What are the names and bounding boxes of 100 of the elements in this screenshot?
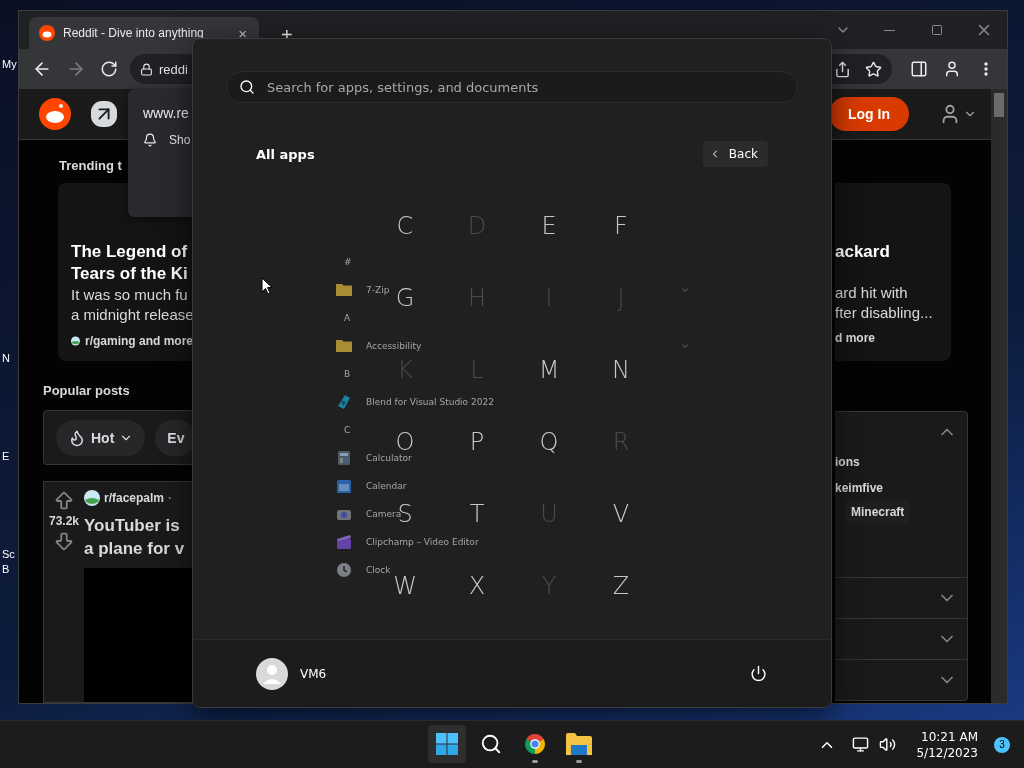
card-title-line: ackard [835,241,891,263]
user-name[interactable]: VM6 [300,666,327,681]
subreddit-name[interactable]: r/facepalm [104,491,165,505]
group-letter[interactable]: # [344,257,352,267]
card-title-line: The Legend of [71,241,189,263]
folder-icon [566,733,592,755]
search-icon [239,79,255,95]
group-letter[interactable]: A [344,313,351,323]
post-title-line: YouTuber is [84,515,181,537]
card-title-line: Tears of the Ki [71,263,189,285]
clock[interactable]: 10:21 AM 5/12/2023 [916,728,978,761]
site-address: www.re [143,105,190,121]
letter-jump-button[interactable]: C [396,216,414,236]
topic-link[interactable]: keimfive [835,475,967,501]
card-text-line: ard hit with [835,283,909,303]
bell-icon [143,133,157,147]
sort-dropdown[interactable]: Hot [56,419,146,456]
back-button[interactable]: Back [702,141,768,167]
maximize-icon [930,24,943,36]
topic-link[interactable]: ions [835,449,967,475]
letter-jump-button[interactable]: E [541,216,557,236]
notification-prompt-text: Sho [169,133,191,147]
group-letter[interactable]: B [344,369,351,379]
minimize-icon [884,29,895,31]
tab-title: Reddit - Dive into anything [63,26,205,40]
reddit-logo[interactable] [39,98,71,130]
letter-jump-button[interactable]: O [395,432,415,452]
letter-jump-button[interactable]: T [469,504,485,524]
desktop-icon-label: B [2,563,10,575]
letter-jump-button[interactable]: Z [612,576,630,596]
letter-jump-button[interactable]: X [468,576,486,596]
letter-jump-button[interactable]: Q [539,432,559,452]
app-name[interactable]: Calculator [366,453,412,463]
app-name[interactable]: Blend for Visual Studio 2022 [366,397,494,407]
app-name[interactable]: 7-Zip [366,285,390,295]
app-icon [336,394,352,410]
more-icon [984,62,989,76]
log-in-button[interactable]: Log In [829,97,909,131]
menu-title: All apps [256,146,315,162]
clock-icon [336,562,352,578]
app-name[interactable]: Calendar [366,481,407,491]
search-icon [480,733,502,755]
clock-time: 10:21 AM [921,728,978,745]
downvote-icon[interactable] [53,530,75,552]
letter-jump-button[interactable]: W [393,576,417,596]
power-icon [750,665,767,682]
clock-date: 5/12/2023 [916,744,978,761]
taskbar-app-button[interactable] [428,725,466,763]
section-heading: Trending t [59,158,123,173]
vote-count: 73.2k [49,514,79,528]
scrollbar[interactable] [991,89,1007,703]
separator-dot: · [168,491,173,505]
calendar-icon [336,478,352,494]
letter-jump-button[interactable]: M [538,360,560,380]
card-source: r/gaming and more [84,334,193,348]
app-name[interactable]: Clipchamp – Video Editor [366,537,479,547]
volume-icon[interactable] [879,736,897,753]
topic-chip[interactable]: Minecraft [845,501,911,523]
mouse-cursor-icon [261,277,273,295]
card-text-line: a midnight release [71,305,193,325]
lock-icon [140,62,153,76]
browser-icon [523,732,547,756]
letter-jump-button[interactable]: F [614,216,628,236]
popular-arrow-icon[interactable] [91,101,117,127]
card-text-line: It was so much fu [71,285,189,305]
card-source: d more [835,331,875,345]
trending-card[interactable]: The Legend of Tears of the Ki It was so much fu a midnight release r/gaming and more [58,183,193,361]
address-text: reddi [159,61,188,77]
user-avatar-icon[interactable] [256,657,288,690]
flame-icon [68,428,86,447]
subreddit-icon [84,490,100,506]
letter-jump-button[interactable]: P [469,432,485,452]
clapperboard-icon [336,534,352,550]
section-heading: Popular posts [43,383,131,398]
letter-jump-button[interactable]: N [612,360,630,380]
desktop-icon-label: E [2,450,10,462]
reload-icon [100,60,119,78]
app-name[interactable]: Clock [366,565,391,575]
desktop-icon-label: My [2,58,17,70]
app-name[interactable]: Accessibility [366,341,422,351]
bookmark-star-icon[interactable] [864,60,882,78]
share-icon[interactable] [833,60,851,78]
desktop-icon-label: N [2,352,10,364]
letter-jump-button[interactable]: V [612,504,630,524]
post-card[interactable]: 73.2k r/facepalm · YouTuber is a plane for v [43,481,193,703]
calculator-icon [336,450,352,466]
network-icon[interactable] [852,736,870,753]
browser-tab[interactable]: Reddit - Dive into anything × [29,17,259,49]
search-field[interactable]: Search for apps, settings, and documents [226,71,798,103]
upvote-icon[interactable] [53,490,75,512]
folder-icon [336,339,352,353]
trending-card[interactable]: ackard ard hit with fter disabling... d more [835,183,951,361]
windows-logo-icon [436,733,458,755]
desktop-icon-label: Sc [2,548,15,560]
group-letter[interactable]: C [344,425,351,435]
notification-badge[interactable]: 3 [994,736,1010,753]
letter-jump-button[interactable]: G [395,288,415,308]
card-text-line: fter disabling... [835,303,934,323]
tab-close-button[interactable]: × [236,25,249,41]
post-title-line: a plane for v [84,538,186,560]
